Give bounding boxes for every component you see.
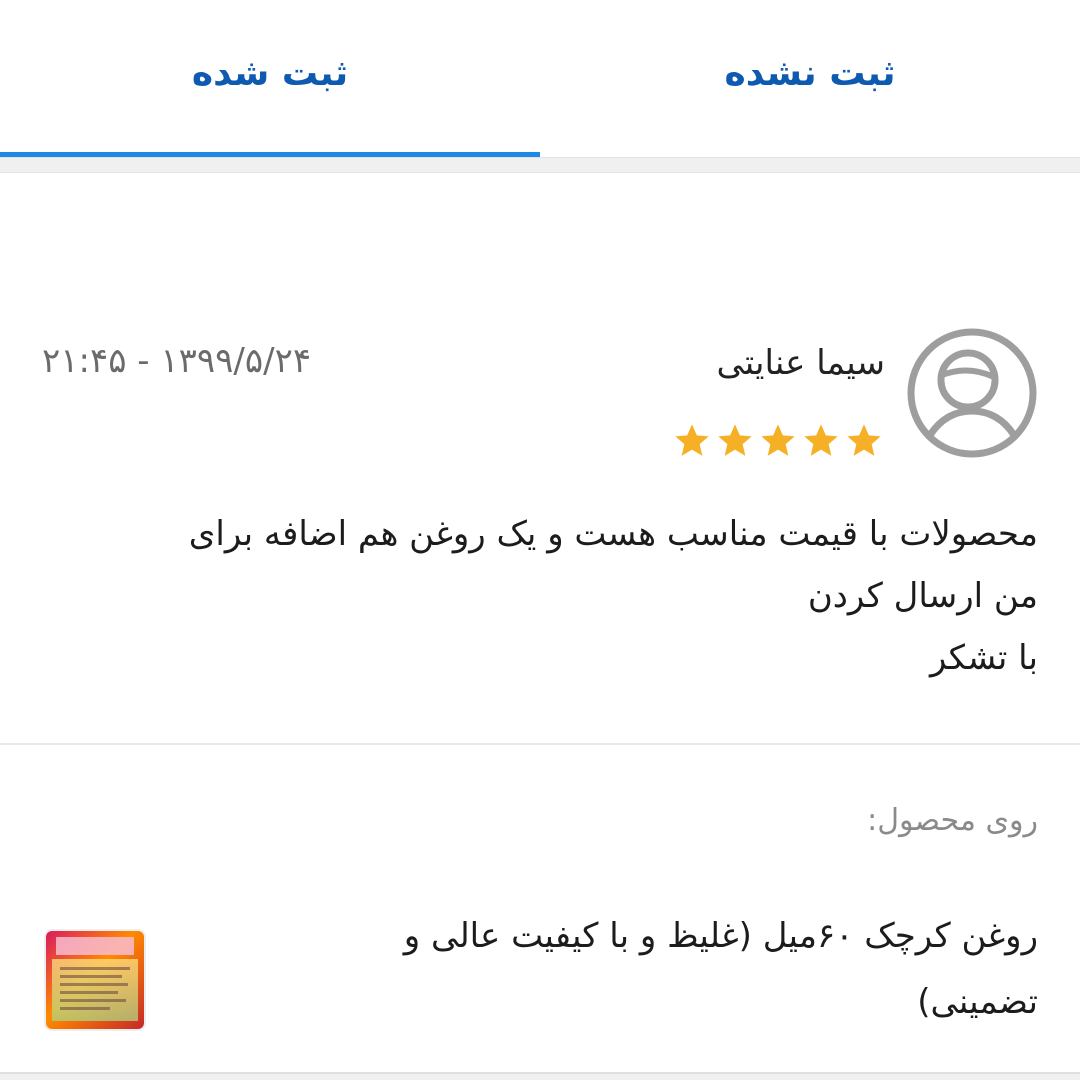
star-icon <box>804 424 838 456</box>
star-icon <box>847 424 881 456</box>
tab-unregistered[interactable]: ثبت نشده <box>540 0 1080 158</box>
active-tab-indicator <box>0 152 540 157</box>
product-thumbnail[interactable] <box>44 929 146 1031</box>
card-divider <box>0 743 1080 745</box>
review-card: سیما عنایتی ۲۱:۴۵ - ۱۳۹۹/۵/۲۴ محصولات با… <box>0 172 1080 1074</box>
tab-bar: ثبت شده ثبت نشده <box>0 0 1080 158</box>
review-comment: محصولات با قیمت مناسب هست و یک روغن هم ا… <box>38 503 1038 689</box>
star-icon <box>761 424 795 456</box>
comment-line: با تشکر <box>930 638 1038 678</box>
user-avatar-icon <box>906 327 1038 459</box>
review-datetime: ۲۱:۴۵ - ۱۳۹۹/۵/۲۴ <box>42 341 312 381</box>
star-icon <box>718 424 752 456</box>
tab-registered-label: ثبت شده <box>191 52 349 94</box>
on-product-label: روی محصول: <box>867 803 1038 838</box>
product-name-link[interactable]: روغن کرچک ۶۰میل (غلیظ و با کیفیت عالی و … <box>278 903 1038 1035</box>
star-icon <box>675 424 709 456</box>
comment-line: من ارسال کردن <box>807 576 1038 616</box>
tab-registered[interactable]: ثبت شده <box>0 0 540 158</box>
review-author-name: سیما عنایتی <box>716 343 885 383</box>
rating-stars <box>672 421 884 461</box>
comment-line: محصولات با قیمت مناسب هست و یک روغن هم ا… <box>188 514 1038 554</box>
tab-unregistered-label: ثبت نشده <box>724 52 896 94</box>
